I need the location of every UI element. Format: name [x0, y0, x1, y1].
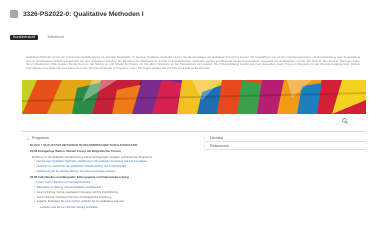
- program-section-title: Programm: [32, 136, 49, 140]
- course-tabs: Kursübersicht Teilnehmer: [10, 35, 68, 40]
- sidebar-sections: › Literatur › Ressourcen: [204, 134, 366, 150]
- list-item[interactable]: • Das Seminar Qualitative Methoden: Einf…: [34, 160, 212, 163]
- course-description: Qualitative Methoden sind in der empiris…: [26, 56, 360, 70]
- list-item-label: Übersicht zur Geschichte der qualitative…: [36, 164, 126, 168]
- course-header: 3326-PS2022-0: Qualitative Methoden I: [0, 0, 376, 28]
- zoom-in-icon[interactable]: [342, 118, 348, 124]
- sidebar-item-literatur[interactable]: › Literatur: [204, 134, 366, 142]
- list-item[interactable]: • Lesen: Kurze Übersicht zur Interviewfo…: [34, 181, 212, 184]
- list-item-label: Materialien zur Sitzung: Interviewleitfa…: [36, 185, 101, 189]
- session-title: 23.08 Einzigartige Welten: Warum Forum m…: [30, 149, 122, 154]
- session-subtitle: Einführung in die qualitative Sozialfors…: [32, 155, 153, 159]
- program-section-header[interactable]: ⌄ Programm: [26, 134, 212, 142]
- tab-teilnehmer[interactable]: Teilnehmer: [44, 35, 68, 40]
- sidebar-item-label: Literatur: [210, 135, 224, 140]
- list-item[interactable]: • Text zu Sitzung: Narratives Interview …: [34, 196, 212, 199]
- program-section: ⌄ Programm BLOCK I: QUALITATIVE METHODEN…: [26, 134, 212, 209]
- tab-kursuebersicht[interactable]: Kursübersicht: [10, 35, 38, 40]
- list-item[interactable]: • Aufgabe: Entwickeln Sie einen kurzen L…: [34, 200, 212, 203]
- list-item[interactable]: • Übersicht zur Geschichte der qualitati…: [34, 165, 212, 168]
- assignment-link[interactable]: Leitfaden bitte bis zur nächsten Sitzung…: [40, 206, 212, 209]
- list-item[interactable]: • Vorbereitung für die nächste Sitzung: …: [34, 170, 212, 173]
- list-item-label: Aufgabe: Entwickeln Sie einen kurzen Lei…: [36, 200, 125, 204]
- list-item[interactable]: • Materialien zur Sitzung: Interviewleit…: [34, 186, 212, 189]
- course-banner-image: [22, 80, 366, 114]
- list-item-label: Text zu Sitzung: Narratives Interview un…: [36, 195, 112, 199]
- course-icon: [10, 10, 18, 18]
- sidebar-item-label: Ressourcen: [210, 143, 230, 148]
- section-divider: [22, 131, 366, 132]
- list-item-label: Lesen: Kurze Übersicht zur Interviewfors…: [36, 181, 91, 185]
- sidebar-item-ressourcen[interactable]: › Ressourcen: [204, 142, 366, 150]
- page-title: 3326-PS2022-0: Qualitative Methoden I: [23, 10, 144, 18]
- list-item-label: Input zu Sitzung: Formen qualitativer In…: [36, 190, 118, 194]
- list-item[interactable]: • Input zu Sitzung: Formen qualitativer …: [34, 191, 212, 194]
- list-item-label: Das Seminar Qualitative Methoden: Einfüh…: [36, 159, 148, 163]
- list-item-label: Vorbereitung für die nächste Sitzung: Te…: [36, 169, 116, 173]
- session-title: 30.08 Individuelles und Biografie: Ethno…: [30, 174, 129, 179]
- block-title: BLOCK I: QUALITATIVE METHODEN IN DER EMP…: [30, 143, 138, 147]
